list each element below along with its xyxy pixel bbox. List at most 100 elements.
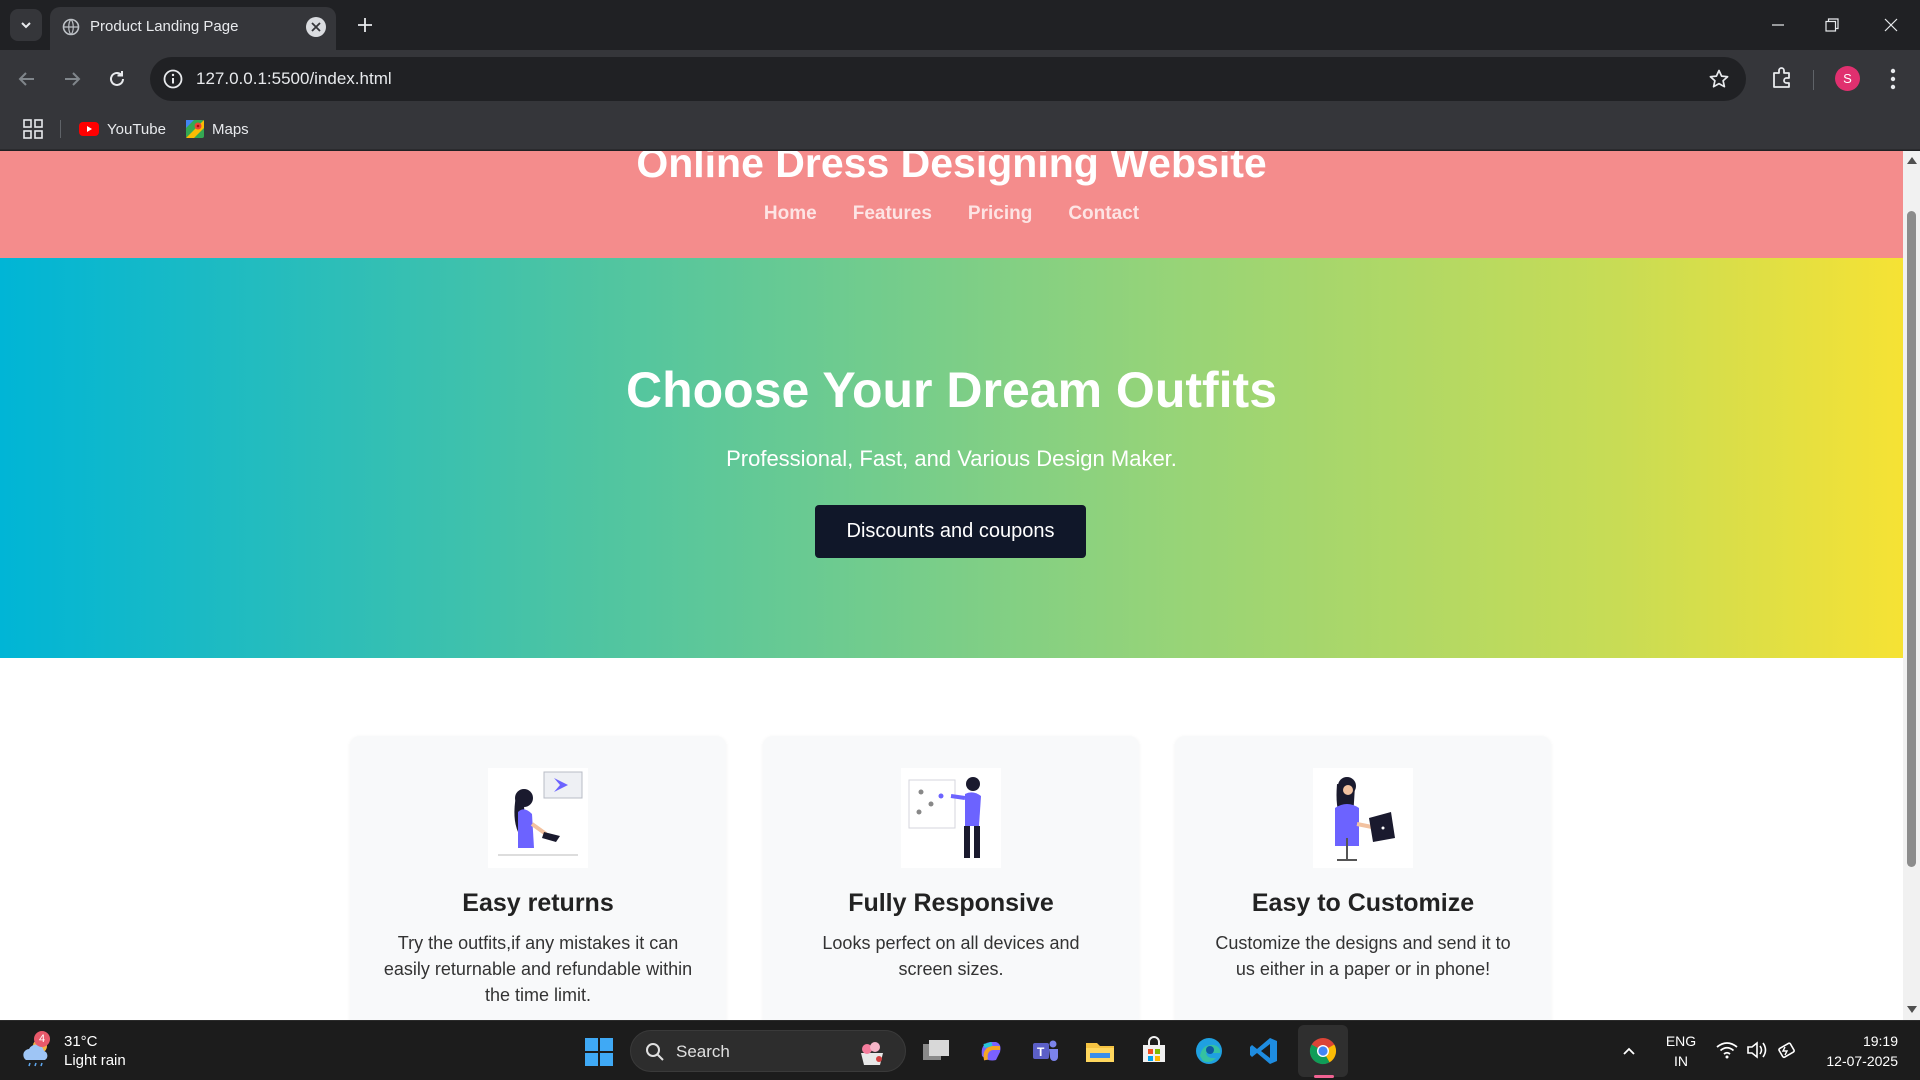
bookmark-label: Maps — [212, 120, 249, 138]
windows-start-icon[interactable] — [584, 1037, 614, 1067]
feature-card: Fully Responsive Looks perfect on all de… — [763, 736, 1139, 1020]
weather-icon: 4 — [20, 1031, 54, 1068]
search-icon — [646, 1043, 664, 1061]
minimize-button[interactable] — [1751, 0, 1805, 50]
reload-icon — [110, 71, 124, 86]
discounts-button[interactable]: Discounts and coupons — [815, 505, 1086, 558]
svg-text:T: T — [1037, 1045, 1045, 1059]
copilot-icon[interactable] — [973, 1033, 1009, 1069]
edge-icon[interactable] — [1191, 1033, 1227, 1069]
browser-tab[interactable]: Product Landing Page — [50, 7, 336, 50]
scrollbar-thumb[interactable] — [1907, 211, 1916, 867]
star-icon[interactable] — [1708, 68, 1730, 90]
browser-tab-strip: Product Landing Page — [0, 0, 1920, 50]
bookmark-maps[interactable]: Maps — [186, 116, 249, 142]
feature-card: Easy returns Try the outfits,if any mist… — [350, 736, 726, 1020]
hero-subtitle: Professional, Fast, and Various Design M… — [726, 446, 1177, 471]
chrome-active-indicator — [1314, 1075, 1334, 1078]
microsoft-store-icon[interactable] — [1136, 1033, 1172, 1069]
nav-link-pricing[interactable]: Pricing — [968, 203, 1032, 225]
reload-button[interactable] — [100, 62, 134, 96]
vscode-icon[interactable] — [1246, 1033, 1282, 1069]
feature-text: Looks perfect on all devices and screen … — [822, 933, 1080, 979]
feature-text: Customize the designs and send it to us … — [1215, 933, 1511, 979]
nav-link-home[interactable]: Home — [764, 203, 817, 225]
arrow-right-icon — [65, 72, 81, 86]
url-text[interactable]: 127.0.0.1:5500/index.html — [196, 68, 392, 90]
language-line2: IN — [1674, 1053, 1688, 1069]
profile-avatar[interactable]: S — [1835, 66, 1860, 91]
chevron-up-icon[interactable] — [1621, 1043, 1637, 1059]
volume-icon[interactable] — [1746, 1041, 1768, 1059]
scroll-up-icon[interactable] — [1907, 157, 1917, 164]
restore-icon — [1825, 18, 1839, 32]
chevron-down-icon — [21, 22, 31, 29]
new-tab-button[interactable] — [352, 12, 378, 38]
windows-taskbar: 4 31°C Light rain Search T ENG IN 19:19 … — [0, 1020, 1920, 1080]
bookmarks-divider — [60, 120, 61, 138]
browser-toolbar: 127.0.0.1:5500/index.html S — [0, 50, 1920, 108]
site-title: Online Dress Designing Website — [636, 151, 1267, 186]
wifi-icon[interactable] — [1716, 1041, 1738, 1059]
taskbar-search[interactable]: Search — [630, 1030, 906, 1072]
forward-button[interactable] — [55, 62, 89, 96]
youtube-icon — [79, 122, 99, 136]
tab-search-button[interactable] — [10, 9, 42, 41]
site-nav: Home Features Pricing Contact — [0, 203, 1903, 225]
woman-at-board-illustration — [901, 768, 1001, 868]
bookmark-label: YouTube — [107, 120, 166, 138]
file-explorer-icon[interactable] — [1082, 1033, 1118, 1069]
page-scrollbar[interactable] — [1903, 151, 1920, 1020]
tab-close-button[interactable] — [306, 17, 326, 37]
teams-icon[interactable]: T — [1027, 1033, 1063, 1069]
info-icon[interactable] — [162, 68, 184, 90]
language-line1: ENG — [1665, 1033, 1697, 1049]
woman-with-laptop-illustration — [1313, 768, 1413, 868]
weather-badge: 4 — [34, 1031, 50, 1047]
clock-date: 12-07-2025 — [1826, 1053, 1898, 1069]
bookmarks-bar: YouTube Maps — [0, 108, 1920, 150]
nav-link-features[interactable]: Features — [853, 203, 932, 225]
close-window-button[interactable] — [1864, 0, 1918, 50]
apps-grid-icon[interactable] — [22, 118, 44, 140]
arrow-left-icon — [18, 72, 34, 86]
feature-title: Easy to Customize — [1251, 889, 1475, 917]
page-viewport: Online Dress Designing Website Home Feat… — [0, 151, 1903, 1020]
search-label: Search — [676, 1042, 730, 1061]
plus-icon — [358, 18, 372, 32]
language-indicator[interactable]: ENG IN — [1663, 1031, 1699, 1071]
more-vertical-icon — [1890, 68, 1896, 90]
toolbar-divider — [1813, 70, 1814, 90]
bookmark-youtube[interactable]: YouTube — [79, 116, 166, 142]
task-view-icon[interactable] — [918, 1033, 954, 1069]
hero-title: Choose Your Dream Outfits — [625, 362, 1278, 418]
close-icon — [311, 22, 321, 32]
woman-with-shoe-illustration — [488, 768, 588, 868]
browser-menu-button[interactable] — [1880, 64, 1906, 94]
scroll-down-icon[interactable] — [1907, 1006, 1917, 1013]
close-icon — [1884, 18, 1898, 32]
address-bar[interactable]: 127.0.0.1:5500/index.html — [150, 57, 1746, 101]
weather-desc: Light rain — [64, 1052, 126, 1069]
maps-icon — [186, 120, 204, 138]
weather-temp: 31°C — [64, 1033, 98, 1050]
tab-title: Product Landing Page — [90, 18, 239, 35]
minimize-icon — [1772, 24, 1784, 26]
feature-title: Easy returns — [462, 889, 614, 917]
back-button[interactable] — [10, 62, 44, 96]
globe-icon — [62, 18, 80, 36]
clock[interactable]: 19:19 12-07-2025 — [1812, 1031, 1910, 1071]
chrome-icon[interactable] — [1305, 1033, 1341, 1069]
features-section: Easy returns Try the outfits,if any mist… — [0, 658, 1903, 1020]
weather-text: 31°C Light rain — [64, 1032, 126, 1070]
restore-button[interactable] — [1805, 0, 1859, 50]
weather-widget[interactable]: 4 31°C Light rain — [20, 1029, 126, 1073]
clock-time: 19:19 — [1862, 1033, 1898, 1049]
feature-card: Easy to Customize Customize the designs … — [1175, 736, 1551, 1020]
battery-icon[interactable] — [1776, 1039, 1798, 1061]
nav-link-contact[interactable]: Contact — [1068, 203, 1139, 225]
hero-section: Choose Your Dream Outfits Professional, … — [0, 258, 1903, 658]
search-highlight-icon — [861, 1042, 883, 1065]
feature-title: Fully Responsive — [848, 889, 1054, 917]
extensions-icon[interactable] — [1769, 65, 1795, 91]
